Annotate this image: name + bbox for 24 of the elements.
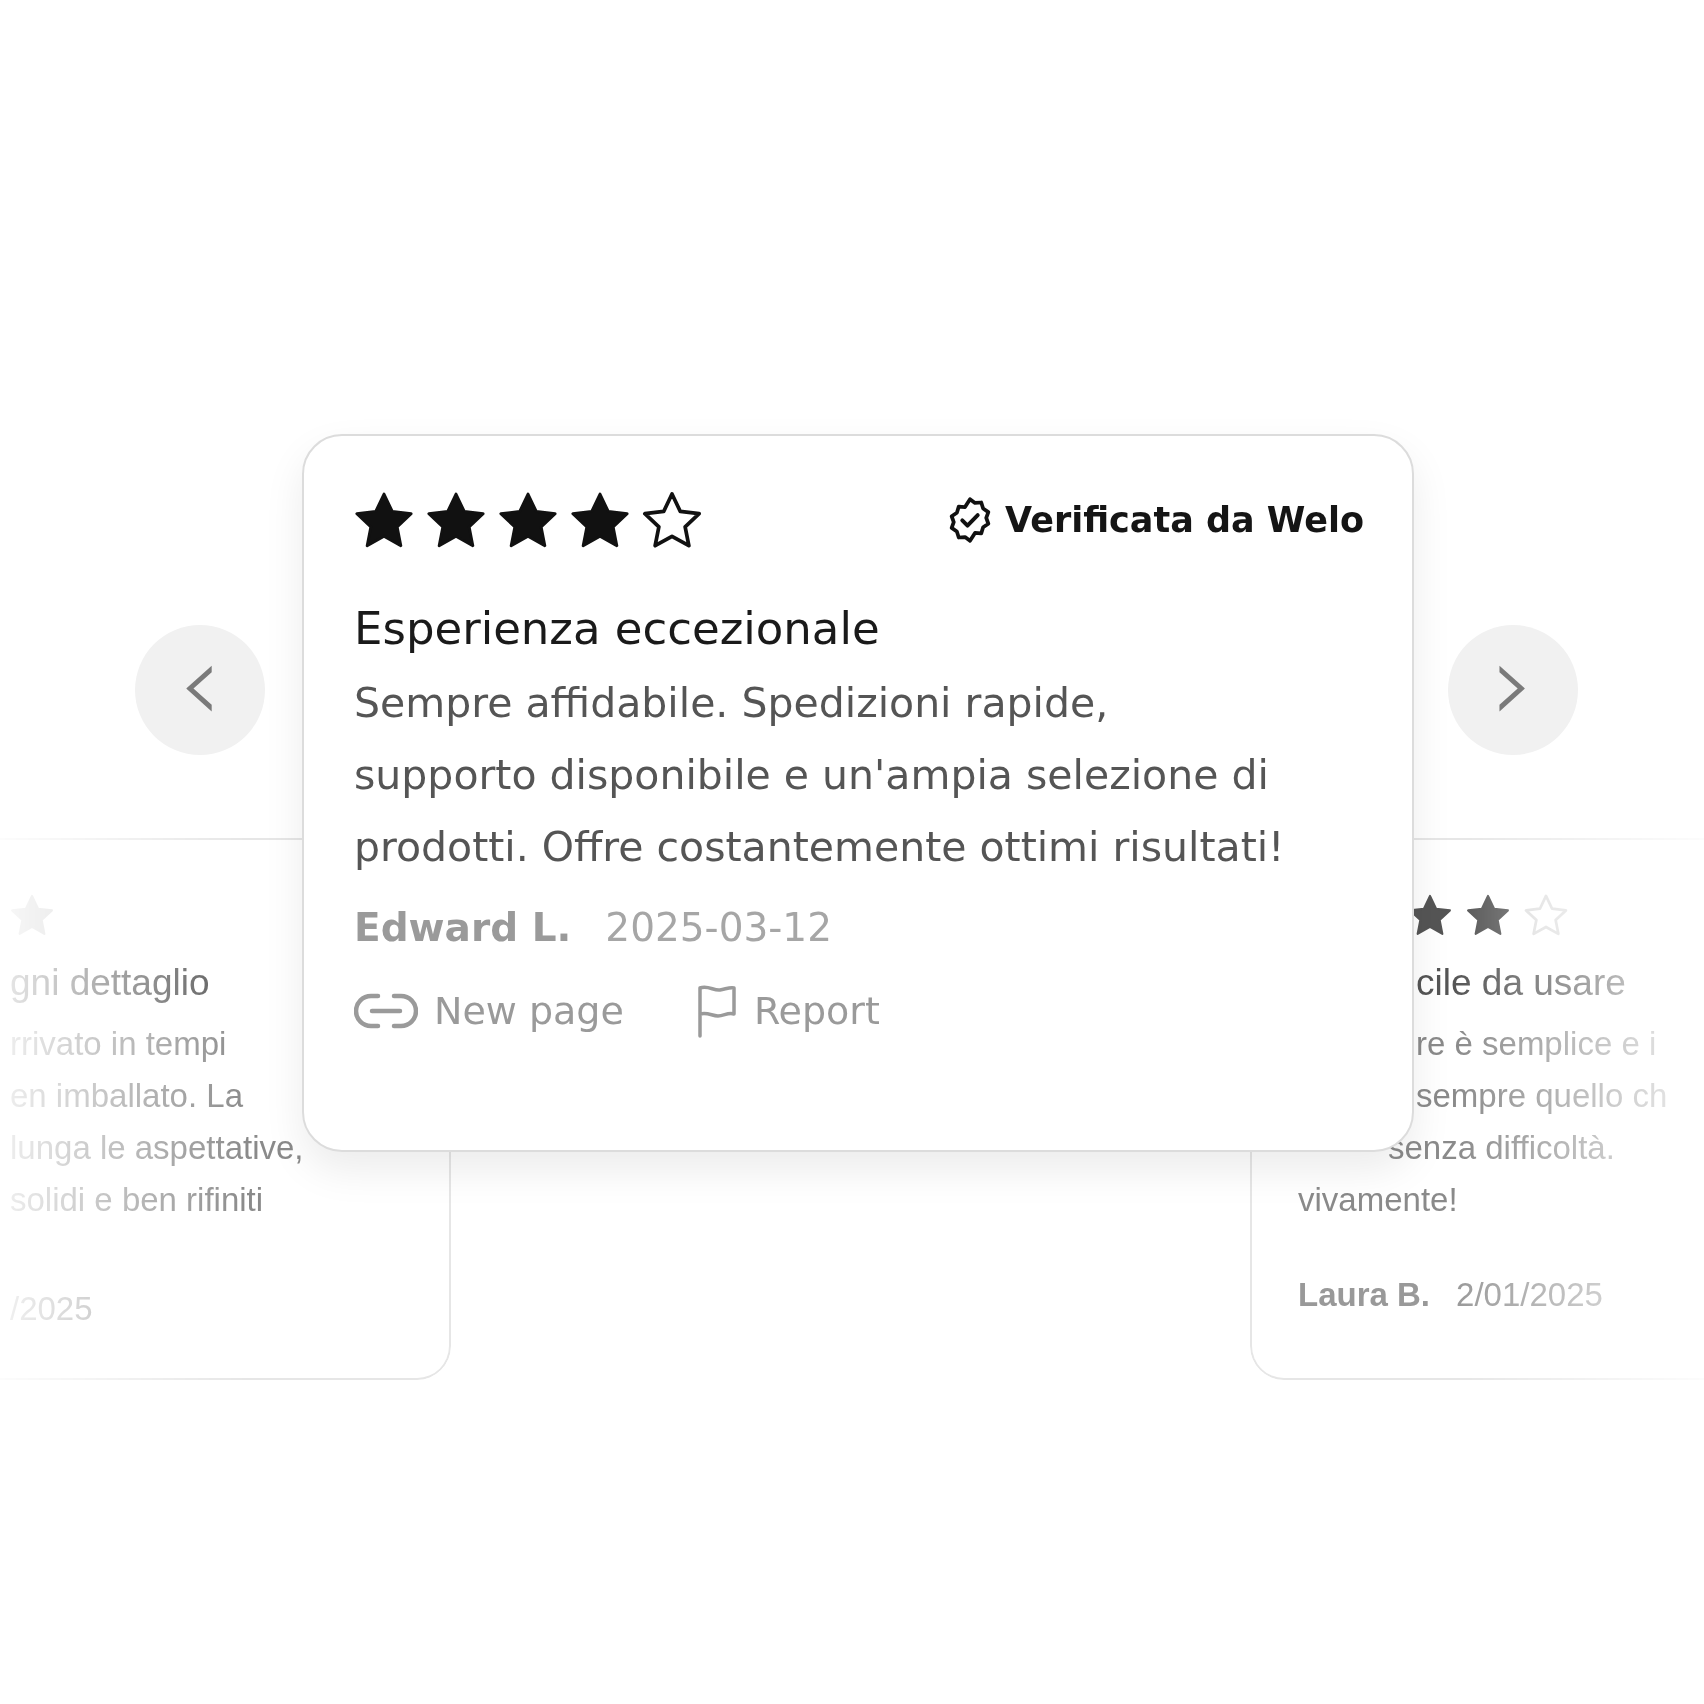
empty-star-icon [1524, 893, 1568, 937]
review-title: Esperienza eccezionale [354, 602, 881, 655]
review-text-line: vivamente! [1298, 1180, 1458, 1220]
review-date: 2/01/2025 [1456, 1276, 1603, 1314]
verified-label: Verificata da Welo [1005, 500, 1364, 540]
next-button[interactable]: › [1448, 625, 1578, 755]
previous-button[interactable]: ‹ [135, 625, 265, 755]
reviewer-name: Edward L. [354, 905, 572, 950]
star-icon [570, 490, 630, 550]
star-icon [498, 490, 558, 550]
review-text: Sempre affidabile. Spedizioni rapide, supporto disponibile e un'ampia selezione di prodotti. Offre costantemente ottimi risultati! [354, 678, 1286, 873]
review-date: 2025-03-12 [605, 905, 832, 950]
star-icon [426, 490, 486, 550]
star-icon [1466, 893, 1510, 937]
review-title: cile da usare [1416, 962, 1626, 1004]
review-text-line: senza difficoltà. [1388, 1128, 1615, 1168]
review-text-line: rrivato in tempi [10, 1024, 227, 1064]
link-icon [354, 993, 418, 1029]
new-page-button[interactable]: New page [354, 984, 624, 1038]
report-button[interactable]: Report [695, 984, 880, 1038]
reviewer-name: Laura B. [1298, 1276, 1431, 1314]
star-icon [354, 490, 414, 550]
flag-icon [695, 984, 738, 1038]
empty-star-icon [642, 490, 702, 550]
